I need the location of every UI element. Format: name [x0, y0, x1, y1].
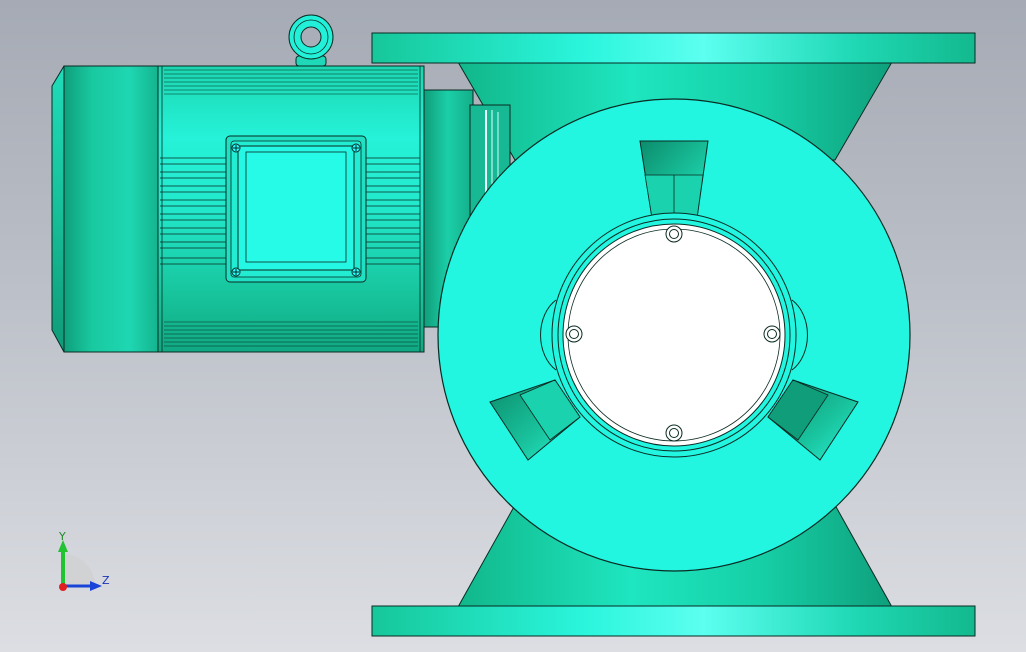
terminal-box[interactable]	[225, 135, 367, 283]
bolt-bottom	[665, 424, 683, 442]
rotor-pocket-top	[639, 140, 709, 219]
z-axis-label: Z	[102, 574, 110, 587]
top-flange[interactable]	[371, 32, 976, 64]
motor-fan-cover[interactable]	[51, 65, 159, 353]
cad-viewport[interactable]: Y Z	[0, 0, 1026, 652]
lifting-eye-bolt[interactable]	[288, 14, 334, 67]
axis-triad[interactable]: Y Z	[48, 528, 118, 600]
rotary-valve-model[interactable]	[0, 0, 1026, 652]
bolt-right	[763, 325, 781, 343]
end-cover-plate[interactable]	[551, 212, 797, 458]
bottom-flange[interactable]	[371, 605, 976, 637]
bolt-left	[565, 325, 583, 343]
y-axis-label: Y	[59, 530, 66, 543]
bolt-top	[665, 225, 683, 243]
